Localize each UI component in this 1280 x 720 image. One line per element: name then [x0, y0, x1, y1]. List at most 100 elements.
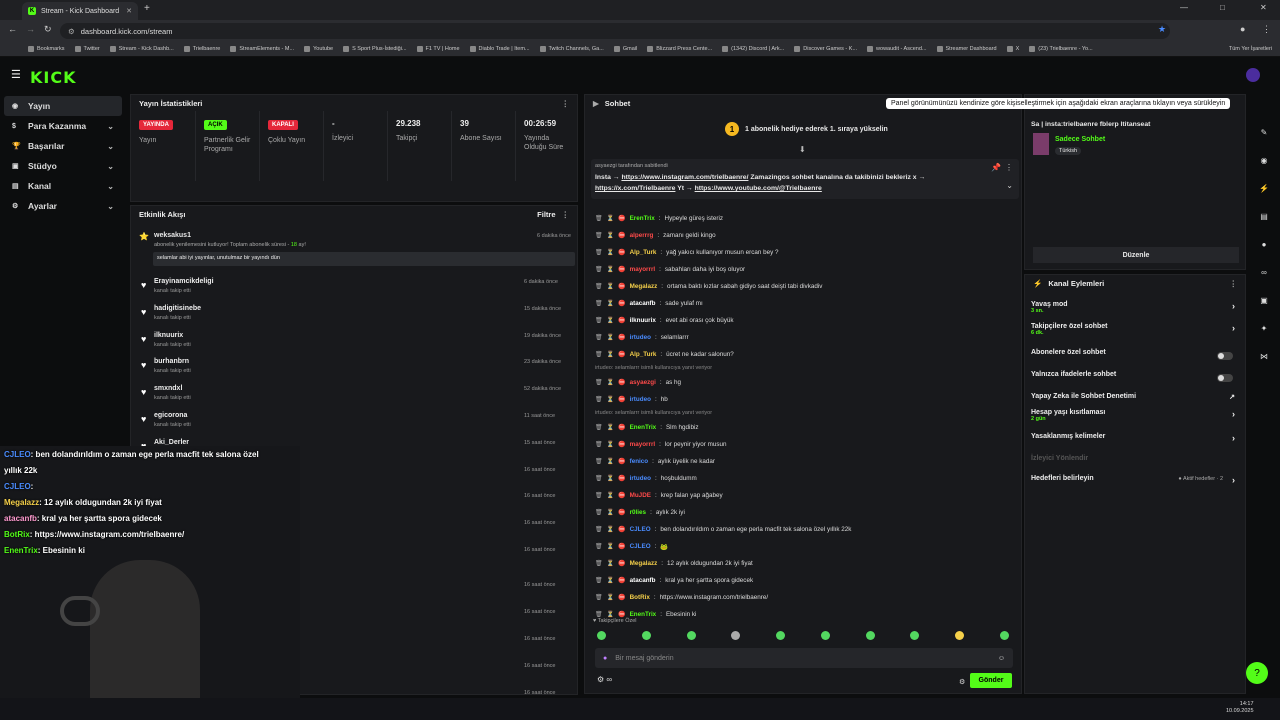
event-user[interactable]: burhanbrn [154, 358, 189, 365]
x-link[interactable]: https://x.com/Trielbaenre [595, 185, 675, 192]
gift-banner[interactable]: 1 1 abonelik hediye ederek 1. sıraya yük… [725, 122, 888, 136]
chat-username[interactable]: atacanfb [630, 577, 656, 584]
event-user[interactable]: Erayinamcikdeligi [154, 278, 214, 285]
hamburger-menu-icon[interactable]: ☰ [11, 68, 21, 81]
chat-username[interactable]: alperrrg [630, 232, 654, 239]
ban-icon[interactable]: ⛔ [618, 283, 625, 290]
timeout-icon[interactable]: ⏳ [607, 215, 614, 222]
url-input[interactable]: ⚙ dashboard.kick.com/stream [60, 23, 1170, 39]
ban-icon[interactable]: ⛔ [618, 396, 625, 403]
chat-username[interactable]: EnenTrix [630, 424, 657, 431]
bookmark-star-icon[interactable]: ★ [1158, 24, 1166, 35]
event-user[interactable]: hadigitisinebe [154, 305, 201, 312]
chat-username[interactable]: Megalazz [630, 283, 658, 290]
avatar[interactable] [1246, 68, 1260, 82]
instagram-link[interactable]: https://www.instagram.com/trielbaenre/ [621, 174, 748, 181]
emote-icon[interactable] [731, 631, 741, 640]
timeout-icon[interactable]: ⏳ [607, 492, 614, 499]
pin-icon[interactable]: 📌 [991, 163, 1001, 172]
all-bookmarks[interactable]: Tüm Yer İşaretleri [1229, 46, 1272, 52]
event-user[interactable]: egicorona [154, 412, 187, 419]
channel-action[interactable]: Yalnızca ifadelerle sohbet [1031, 371, 1239, 391]
toggle-switch[interactable] [1217, 374, 1233, 382]
chat-username[interactable]: BotRix [630, 594, 650, 601]
delete-icon[interactable]: 🗑 [595, 249, 603, 256]
ban-icon[interactable]: ⛔ [618, 379, 625, 386]
timeout-icon[interactable]: ⏳ [607, 611, 614, 618]
ban-icon[interactable]: ⛔ [618, 424, 625, 431]
ban-icon[interactable]: ⛔ [618, 334, 625, 341]
chevron-down-icon[interactable]: ⌄ [107, 202, 114, 211]
link-icon[interactable]: ∞ [1256, 264, 1272, 280]
delete-icon[interactable]: 🗑 [595, 509, 603, 516]
delete-icon[interactable]: 🗑 [595, 283, 603, 290]
delete-icon[interactable]: 🗑 [595, 424, 603, 431]
timeout-icon[interactable]: ⏳ [607, 424, 614, 431]
delete-icon[interactable]: 🗑 [595, 543, 603, 550]
timeout-icon[interactable]: ⏳ [607, 526, 614, 533]
bookmark-item[interactable]: (23) Trielbaenre - Yo... [1029, 46, 1093, 52]
chevron-down-icon[interactable]: ⌄ [107, 162, 114, 171]
emote-icon[interactable] [910, 631, 920, 640]
sidebar-item-5[interactable]: ⚙ Ayarlar ⌄ [4, 196, 122, 216]
timeout-icon[interactable]: ⏳ [607, 396, 614, 403]
ban-icon[interactable]: ⛔ [618, 458, 625, 465]
timeout-icon[interactable]: ⏳ [607, 441, 614, 448]
minimize-icon[interactable]: — [1180, 3, 1188, 12]
chevron-down-icon[interactable]: ⌄ [107, 142, 114, 151]
sidebar-item-0[interactable]: ◉ Yayın [4, 96, 122, 116]
delete-icon[interactable]: 🗑 [595, 215, 603, 222]
emote-icon[interactable] [955, 631, 965, 640]
edit-button[interactable]: Düzenle [1033, 247, 1239, 263]
delete-icon[interactable]: 🗑 [595, 300, 603, 307]
chat-username[interactable]: MuJDE [630, 492, 651, 499]
bookmark-item[interactable]: (1342) Discord | Ark... [722, 46, 784, 52]
chat-username[interactable]: CJLEO [630, 543, 651, 550]
delete-icon[interactable]: 🗑 [595, 594, 603, 601]
ban-icon[interactable]: ⛔ [618, 266, 625, 273]
close-window-icon[interactable]: ✕ [1260, 3, 1267, 12]
bookmark-item[interactable]: X [1006, 46, 1019, 52]
timeout-icon[interactable]: ⏳ [607, 249, 614, 256]
site-info-icon[interactable]: ⚙ [68, 27, 75, 36]
toggle-switch[interactable] [1217, 352, 1233, 360]
bookmark-item[interactable]: Trielbaenre [183, 46, 220, 52]
document-icon[interactable]: ▤ [1256, 208, 1272, 224]
timeout-icon[interactable]: ⏳ [607, 543, 614, 550]
bookmark-item[interactable]: S Sport Plus-İstediği... [343, 46, 407, 52]
ban-icon[interactable]: ⛔ [618, 300, 625, 307]
chevron-right-icon[interactable]: › [1232, 433, 1235, 443]
ban-icon[interactable]: ⛔ [618, 560, 625, 567]
ban-icon[interactable]: ⛔ [618, 215, 625, 222]
delete-icon[interactable]: 🗑 [595, 396, 603, 403]
timeout-icon[interactable]: ⏳ [607, 283, 614, 290]
bookmark-item[interactable]: Discover Games - K... [794, 46, 857, 52]
timeout-icon[interactable]: ⏳ [607, 509, 614, 516]
back-icon[interactable]: ← [8, 24, 17, 34]
timeout-icon[interactable]: ⏳ [607, 577, 614, 584]
emote-icon[interactable] [865, 631, 875, 640]
emote-icon[interactable] [776, 631, 786, 640]
bookmark-item[interactable]: Twitch Channels, Ga... [539, 46, 604, 52]
timeout-icon[interactable]: ⏳ [607, 458, 614, 465]
bookmark-item[interactable]: Streamer Dashboard [936, 46, 997, 52]
ban-icon[interactable]: ⛔ [618, 441, 625, 448]
chat-username[interactable]: ErenTrix [630, 215, 655, 222]
timeout-icon[interactable]: ⏳ [607, 475, 614, 482]
close-tab-icon[interactable]: ✕ [126, 7, 132, 15]
chat-username[interactable]: Alp_Turk [630, 351, 657, 358]
delete-icon[interactable]: 🗑 [595, 317, 603, 324]
delete-icon[interactable]: 🗑 [595, 526, 603, 533]
chevron-down-icon[interactable]: ⌄ [107, 122, 114, 131]
help-button[interactable]: ? [1246, 662, 1268, 684]
chevron-right-icon[interactable]: › [1232, 409, 1235, 419]
channel-action[interactable]: Yasaklanmış kelimeler › [1031, 433, 1239, 453]
event-user[interactable]: ilknuurix [154, 332, 183, 339]
emote-icon[interactable] [686, 631, 696, 640]
chevron-right-icon[interactable]: › [1232, 301, 1235, 311]
delete-icon[interactable]: 🗑 [595, 577, 603, 584]
delete-icon[interactable]: 🗑 [595, 334, 603, 341]
tools-icon[interactable]: ✦ [1256, 320, 1272, 336]
chat-collapse-icon[interactable]: ▶ [593, 99, 599, 108]
delete-icon[interactable]: 🗑 [595, 560, 603, 567]
